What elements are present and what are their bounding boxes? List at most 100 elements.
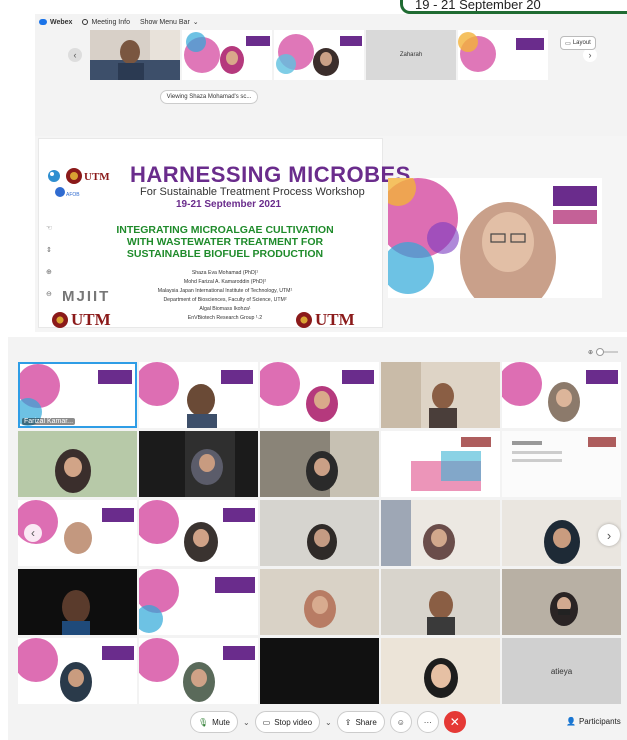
video-feed (260, 569, 379, 635)
slide-affiliation-1: Malaysia Japan International Institute o… (157, 288, 293, 294)
video-feed (182, 30, 272, 80)
gallery-tile[interactable] (381, 362, 500, 428)
gallery-tile[interactable] (260, 569, 379, 635)
chevron-down-icon: ⌄ (192, 19, 199, 26)
gallery-tile[interactable] (381, 638, 500, 704)
video-feed (502, 569, 621, 635)
video-feed (381, 500, 500, 566)
more-options-button[interactable]: ··· (416, 711, 439, 733)
svg-text:AFOB: AFOB (66, 192, 80, 198)
slide-subtitle: For Sustainable Treatment Process Worksh… (140, 186, 365, 198)
date-banner: 19 - 21 September 20 (400, 0, 627, 14)
zoom-icon: ⊕ (588, 349, 594, 356)
chevron-right-icon: › (588, 50, 592, 60)
gallery-tile[interactable] (139, 362, 258, 428)
slide-side-tools: ☜ ⇕ ⊕ ⊖ (46, 224, 52, 298)
strip-tile-3[interactable] (274, 30, 364, 80)
video-feed (139, 362, 258, 428)
microphone-icon: 🎙 (198, 717, 209, 727)
video-feed (260, 431, 379, 497)
gallery-zoom-slider[interactable]: ⊕ (588, 348, 624, 356)
smiley-icon: ☺ (396, 717, 405, 727)
layout-icon: ▭ (565, 40, 571, 47)
gallery-tile[interactable] (381, 431, 500, 497)
gallery-next-button[interactable]: › (598, 524, 620, 546)
more-icon: ··· (423, 717, 432, 727)
video-feed (90, 30, 180, 80)
video-feed (381, 638, 500, 704)
gallery-tile[interactable] (260, 500, 379, 566)
gallery-tile[interactable] (18, 569, 137, 635)
video-feed (502, 431, 621, 497)
webex-menu-bar: Webex Meeting Info Show Menu Bar ⌄ (35, 14, 627, 30)
gallery-tile[interactable] (381, 500, 500, 566)
active-speaker-video (388, 178, 602, 298)
gallery-tile[interactable] (139, 569, 258, 635)
show-menu-bar-menu[interactable]: Show Menu Bar ⌄ (139, 18, 199, 27)
participant-strip: Zaharah (90, 30, 548, 80)
video-feed (139, 569, 258, 635)
strip-next-button[interactable]: › (583, 48, 597, 62)
participants-button[interactable]: 👤 Participants (566, 712, 621, 730)
gallery-tile[interactable] (502, 431, 621, 497)
zoom-in-icon[interactable]: ⊕ (46, 268, 52, 276)
hand-icon[interactable]: ☜ (46, 224, 52, 232)
slide-date: 19-21 September 2021 (176, 199, 282, 210)
gallery-tile[interactable] (260, 431, 379, 497)
gallery-tile[interactable] (139, 500, 258, 566)
strip-tile-1[interactable] (90, 30, 180, 80)
mute-button[interactable]: 🎙 Mute (190, 711, 238, 733)
zoom-track (596, 348, 619, 356)
slide-heading-line-2: WITH WASTEWATER TREATMENT FOR (126, 236, 324, 248)
camera-icon: ▭ (262, 717, 271, 727)
zoom-out-icon[interactable]: ⊖ (46, 290, 52, 298)
chevron-left-icon: ‹ (31, 526, 35, 540)
gallery-tile[interactable] (381, 569, 500, 635)
layout-button[interactable]: ▭ Layout (560, 36, 596, 50)
chevron-down-icon[interactable]: ⌄ (325, 718, 332, 727)
share-label: Share (355, 717, 377, 727)
show-menu-bar-label: Show Menu Bar (139, 18, 190, 26)
meeting-info-menu[interactable]: Meeting Info (82, 19, 130, 26)
gallery-tile[interactable] (260, 362, 379, 428)
slide-author-1: Shaza Eva Mohamad (PhD)¹ (191, 270, 259, 276)
gallery-prev-button[interactable]: ‹ (24, 524, 42, 542)
viewing-share-pill[interactable]: Viewing Shaza Mohamad's sc... (160, 90, 258, 104)
mute-label: Mute (212, 717, 230, 727)
chevron-down-icon[interactable]: ⌄ (243, 718, 250, 727)
mjiit-logo-text: MJIIT (62, 288, 111, 305)
strip-prev-button[interactable]: ‹ (68, 48, 82, 62)
slide-author-2: Mohd Farizal A. Kamaroddin (PhD)² (183, 279, 267, 285)
gallery-tile[interactable] (18, 431, 137, 497)
utm-logo-text: UTM (315, 310, 355, 329)
gallery-tile[interactable]: Farizal Kamar... (18, 362, 137, 428)
participant-name: Farizal Kamar... (22, 418, 76, 425)
strip-tile-2[interactable] (182, 30, 272, 80)
video-feed (18, 431, 137, 497)
meeting-info-label: Meeting Info (91, 18, 130, 26)
video-feed (139, 638, 258, 704)
gallery-tile[interactable] (502, 569, 621, 635)
meeting-control-bar: 🎙 Mute ⌄ ▭ Stop video ⌄ ⇪ Share ☺ ··· ✕ (190, 710, 466, 734)
strip-tile-zaharah[interactable]: Zaharah (366, 30, 456, 80)
reactions-button[interactable]: ☺ (389, 711, 412, 733)
gallery-tile[interactable] (260, 638, 379, 704)
video-feed (381, 362, 500, 428)
slide-affiliation-2: Department of Biosciences, Faculty of Sc… (163, 297, 287, 303)
webex-app-menu[interactable]: Webex (39, 19, 72, 26)
stop-video-button[interactable]: ▭ Stop video (254, 711, 321, 733)
end-call-button[interactable]: ✕ (443, 711, 466, 733)
video-feed (381, 569, 500, 635)
utm-seal-icon (52, 312, 68, 328)
share-button[interactable]: ⇪ Share (336, 711, 385, 733)
strip-tile-5[interactable] (458, 30, 548, 80)
video-feed (502, 362, 621, 428)
gallery-tile[interactable] (139, 638, 258, 704)
fit-icon[interactable]: ⇕ (46, 246, 52, 254)
gallery-tile[interactable] (502, 362, 621, 428)
gallery-tile-atieya[interactable]: atieya (502, 638, 621, 704)
zoom-knob[interactable] (596, 348, 605, 356)
gallery-tile[interactable] (18, 638, 137, 704)
svg-text:UTM: UTM (84, 171, 110, 183)
gallery-tile[interactable] (139, 431, 258, 497)
